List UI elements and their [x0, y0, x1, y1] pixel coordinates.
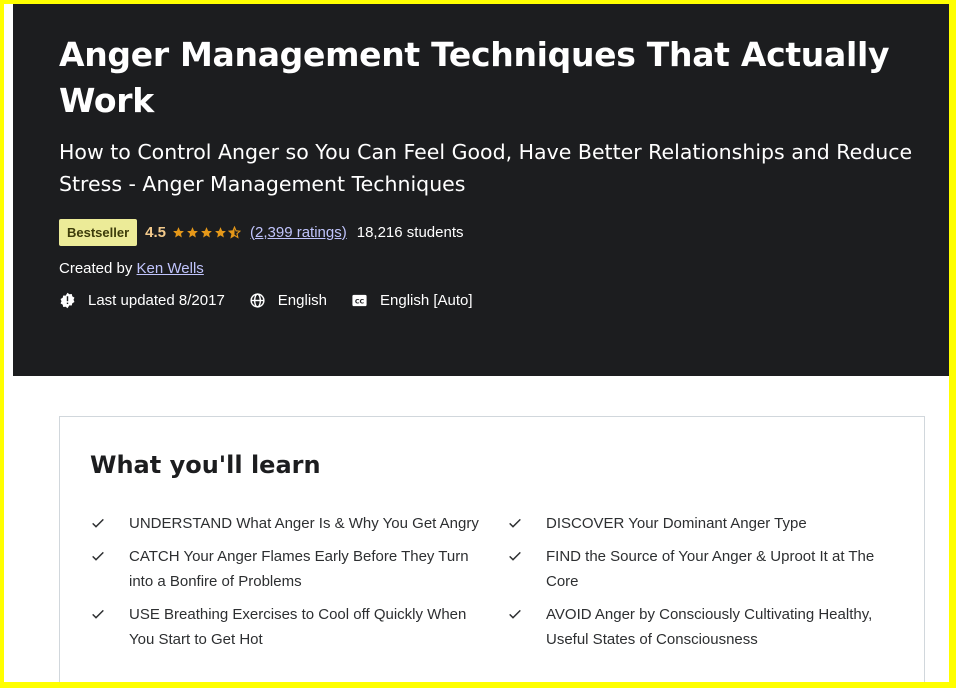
check-icon [509, 518, 521, 528]
learn-item-text: FIND the Source of Your Anger & Uproot I… [546, 548, 875, 590]
star-icon [187, 226, 198, 237]
learn-item: FIND the Source of Your Anger & Uproot I… [507, 544, 900, 594]
learn-item-text: AVOID Anger by Consciously Cultivating H… [546, 606, 873, 648]
course-title: Anger Management Techniques That Actuall… [59, 35, 890, 120]
rating-score: 4.5 [145, 223, 167, 241]
learn-heading: What you'll learn [90, 451, 321, 479]
closed-captions-icon: CC [352, 294, 367, 307]
check-icon [92, 551, 104, 561]
star-icon [173, 226, 184, 237]
star-icon [215, 226, 226, 237]
learn-item: CATCH Your Anger Flames Early Before The… [90, 544, 507, 594]
learn-item-text: CATCH Your Anger Flames Early Before The… [129, 548, 469, 590]
globe-icon [250, 293, 265, 308]
created-by: Created by Ken Wells [59, 260, 204, 277]
alert-badge-icon [60, 292, 75, 309]
course-language: English [249, 292, 327, 309]
learn-item: AVOID Anger by Consciously Cultivating H… [507, 602, 900, 652]
course-header: Anger Management Techniques That Actuall… [13, 4, 949, 376]
check-icon [509, 551, 521, 561]
what-youll-learn-section: What you'll learn UNDERSTAND What Anger … [59, 416, 925, 682]
learn-item-text: USE Breathing Exercises to Cool off Quic… [129, 606, 467, 648]
star-rating [172, 225, 242, 239]
course-meta: Last updated 8/2017 English CC English [… [59, 292, 497, 309]
half-star-icon [228, 225, 242, 239]
star-icon [201, 226, 212, 237]
created-by-label: Created by [59, 260, 133, 277]
course-captions: CC English [Auto] [351, 292, 473, 309]
bestseller-badge: Bestseller [59, 218, 138, 246]
svg-text:CC: CC [355, 297, 365, 305]
page-frame: Anger Management Techniques That Actuall… [4, 4, 952, 682]
check-icon [92, 609, 104, 619]
ratings-count-link[interactable]: (2,399 ratings) [250, 224, 347, 241]
learn-item: USE Breathing Exercises to Cool off Quic… [90, 602, 507, 652]
course-subtitle: How to Control Anger so You Can Feel Goo… [59, 140, 913, 196]
rating-row: Bestseller 4.5 (2,399 ratings) 18,216 st… [59, 218, 464, 246]
learn-item-text: UNDERSTAND What Anger Is & Why You Get A… [129, 515, 479, 532]
students-count: 18,216 students [356, 223, 464, 241]
last-updated-text: Last updated 8/2017 [88, 292, 225, 309]
last-updated: Last updated 8/2017 [59, 292, 225, 309]
learn-item: UNDERSTAND What Anger Is & Why You Get A… [90, 511, 507, 536]
check-icon [92, 518, 104, 528]
language-text: English [277, 292, 327, 309]
captions-text: English [Auto] [380, 292, 473, 309]
learn-item: DISCOVER Your Dominant Anger Type [507, 511, 900, 536]
check-icon [509, 609, 521, 619]
learn-list: UNDERSTAND What Anger Is & Why You Get A… [90, 511, 900, 652]
instructor-link[interactable]: Ken Wells [137, 260, 204, 277]
learn-item-text: DISCOVER Your Dominant Anger Type [546, 515, 807, 532]
